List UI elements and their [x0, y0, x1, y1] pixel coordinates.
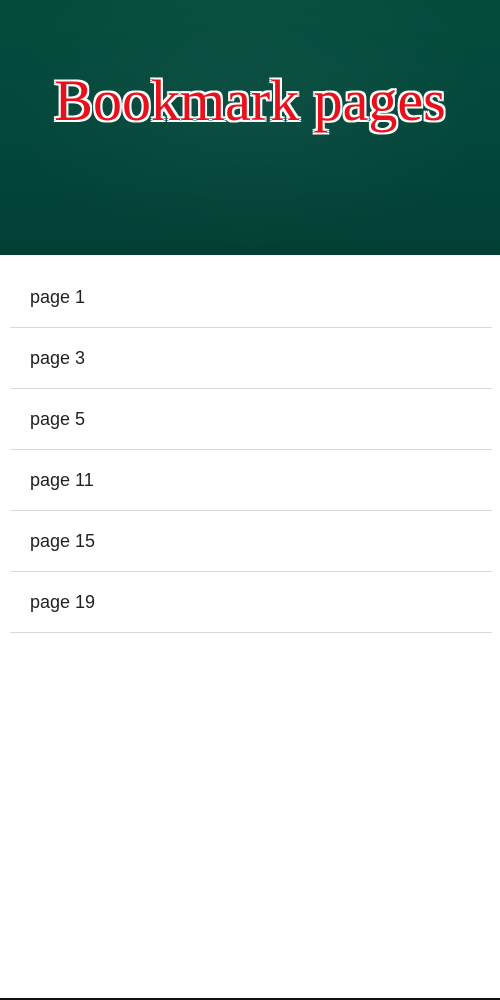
bookmark-screen: Bookmark pages page 1 page 3 page 5 page… — [0, 0, 500, 1000]
bookmark-item-label: page 1 — [30, 287, 86, 307]
bookmark-item-label: page 11 — [30, 470, 94, 490]
bookmark-item-page-1[interactable]: page 1 — [10, 255, 492, 328]
header-banner: Bookmark pages — [0, 0, 500, 255]
bookmark-item-label: page 15 — [30, 531, 96, 551]
bookmark-item-label: page 19 — [30, 592, 96, 612]
bookmark-item-page-3[interactable]: page 3 — [10, 328, 492, 389]
page-title: Bookmark pages — [54, 68, 446, 133]
bookmark-item-page-15[interactable]: page 15 — [10, 511, 492, 572]
bookmark-item-page-19[interactable]: page 19 — [10, 572, 492, 633]
bookmark-item-page-11[interactable]: page 11 — [10, 450, 492, 511]
bookmark-list: page 1 page 3 page 5 page 11 page 15 pag… — [0, 255, 500, 633]
bookmark-item-label: page 3 — [30, 348, 86, 368]
bookmark-item-label: page 5 — [30, 409, 86, 429]
bookmark-item-page-5[interactable]: page 5 — [10, 389, 492, 450]
